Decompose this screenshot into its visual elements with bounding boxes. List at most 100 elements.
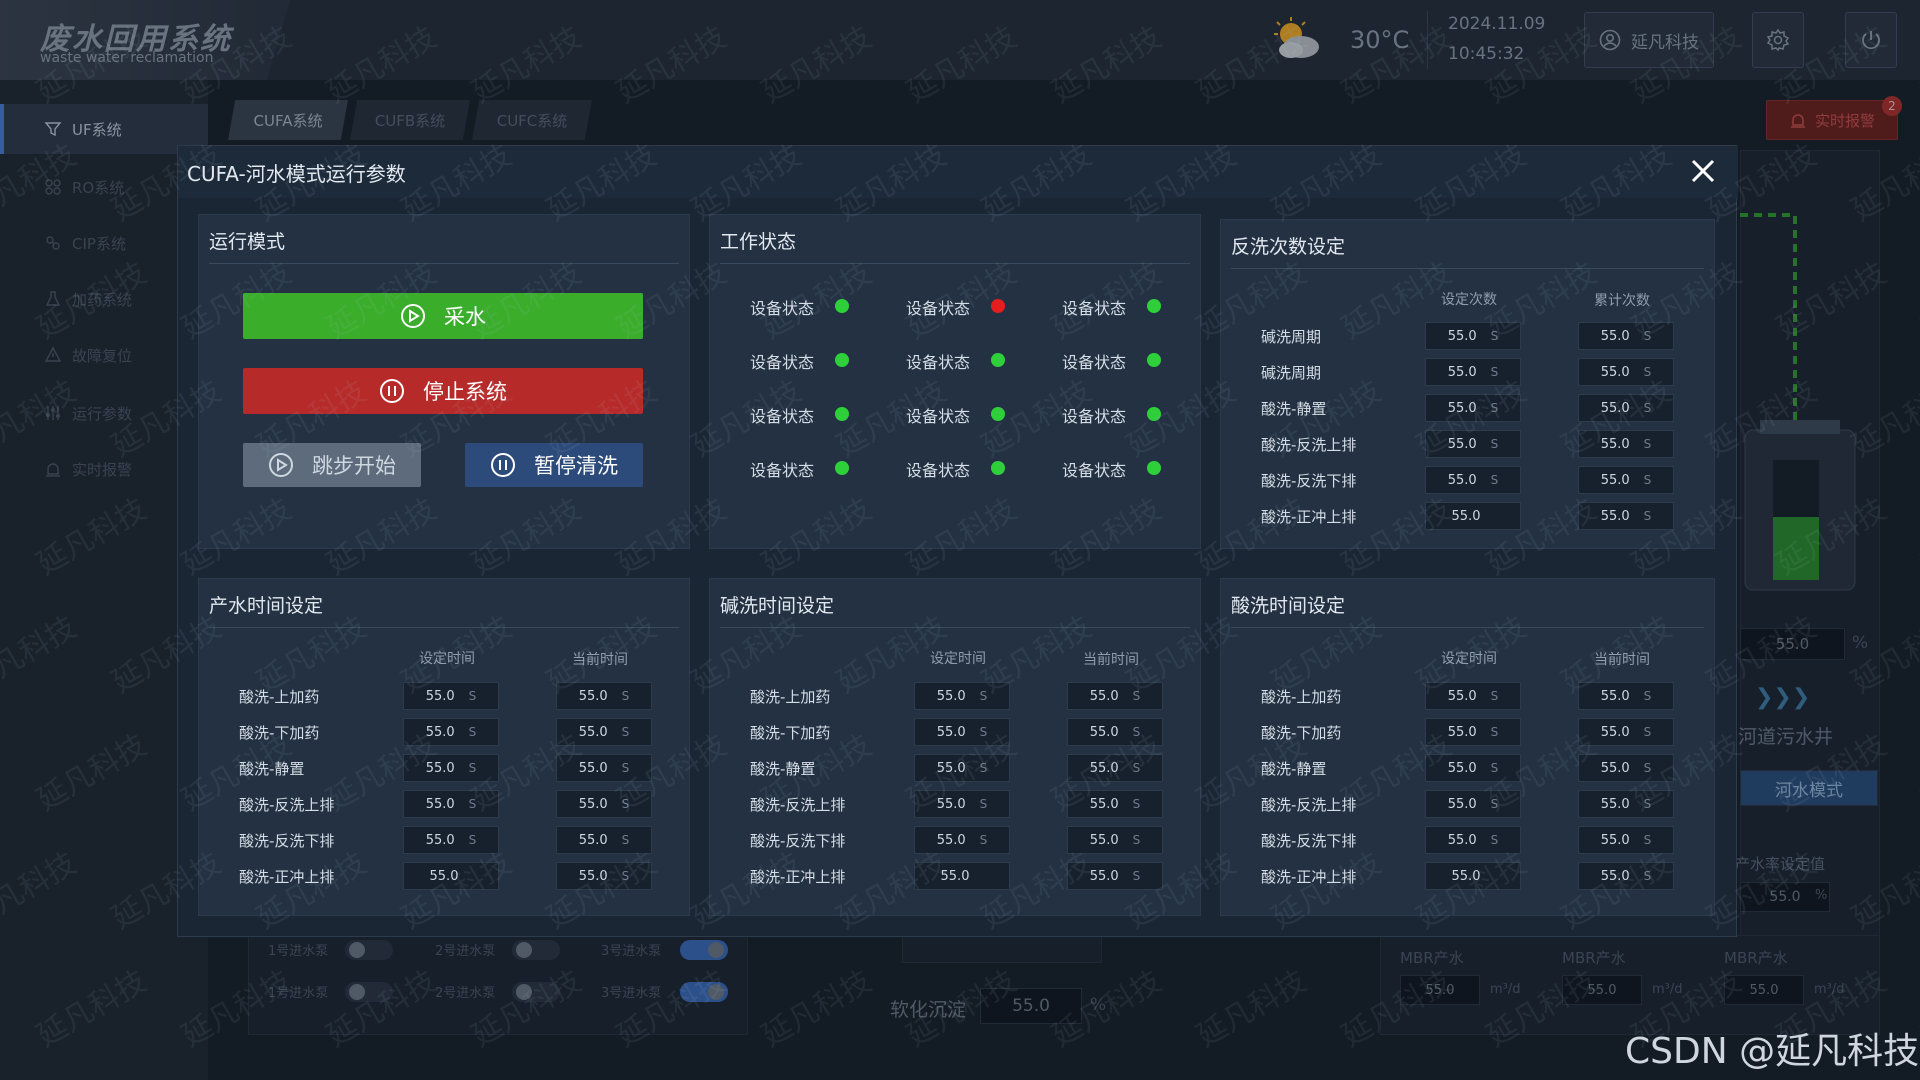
param-input[interactable]: 55.0 S bbox=[1578, 682, 1674, 710]
param-input[interactable]: 55.0 S bbox=[914, 826, 1010, 854]
param-input[interactable]: 55.0 S bbox=[1578, 322, 1674, 350]
param-input[interactable]: 55.0 S bbox=[1578, 754, 1674, 782]
status-indicator-red bbox=[991, 299, 1005, 313]
param-input[interactable]: 55.0 bbox=[1425, 862, 1521, 890]
param-input[interactable]: 55.0 bbox=[1425, 502, 1521, 530]
param-unit: S bbox=[468, 797, 477, 811]
param-input[interactable]: 55.0 S bbox=[556, 790, 652, 818]
button-label: 跳步开始 bbox=[312, 454, 396, 478]
param-input[interactable]: 55.0 S bbox=[403, 790, 499, 818]
param-input[interactable]: 55.0 S bbox=[1425, 718, 1521, 746]
param-value: 55.0 bbox=[1600, 688, 1630, 704]
param-input[interactable]: 55.0 S bbox=[556, 718, 652, 746]
stop-system-button[interactable]: 停止系统 bbox=[243, 368, 643, 414]
param-input[interactable]: 55.0 S bbox=[1067, 682, 1163, 710]
param-label: 酸洗-正冲上排 bbox=[1261, 508, 1357, 526]
param-input[interactable]: 55.0 S bbox=[1067, 826, 1163, 854]
param-input[interactable]: 55.0 S bbox=[1067, 790, 1163, 818]
param-label: 酸洗-反洗下排 bbox=[750, 832, 846, 850]
param-unit: S bbox=[1490, 437, 1499, 451]
param-input[interactable]: 55.0 S bbox=[1578, 718, 1674, 746]
device-status-label: 设备状态 bbox=[1062, 299, 1127, 318]
param-unit: S bbox=[621, 833, 630, 847]
param-input[interactable]: 55.0 S bbox=[1578, 394, 1674, 422]
param-input[interactable]: 55.0 S bbox=[556, 862, 652, 890]
param-input[interactable]: 55.0 S bbox=[1425, 430, 1521, 458]
param-value: 55.0 bbox=[578, 688, 608, 704]
param-input[interactable]: 55.0 S bbox=[1578, 466, 1674, 494]
param-unit: S bbox=[1643, 797, 1652, 811]
param-value: 55.0 bbox=[1089, 796, 1119, 812]
param-unit: S bbox=[1643, 329, 1652, 343]
param-unit: S bbox=[1490, 365, 1499, 379]
param-unit: S bbox=[1490, 329, 1499, 343]
card-divider bbox=[1231, 268, 1704, 269]
column-header-set-count: 设定次数 bbox=[1441, 292, 1497, 308]
param-input[interactable]: 55.0 bbox=[914, 862, 1010, 890]
param-input[interactable]: 55.0 S bbox=[914, 718, 1010, 746]
param-input[interactable]: 55.0 S bbox=[403, 754, 499, 782]
play-icon bbox=[401, 304, 425, 328]
alkali-wash-time-card: 碱洗时间设定 设定时间 当前时间 酸洗-上加药 55.0 S 55.0 S 酸洗-下加药 55.0… bbox=[709, 578, 1201, 916]
param-input[interactable]: 55.0 S bbox=[1578, 430, 1674, 458]
device-status-label: 设备状态 bbox=[750, 461, 815, 480]
param-value: 55.0 bbox=[1089, 688, 1119, 704]
param-input[interactable]: 55.0 S bbox=[1067, 862, 1163, 890]
param-input[interactable]: 55.0 S bbox=[914, 790, 1010, 818]
collect-water-button[interactable]: 采水 bbox=[243, 293, 643, 339]
param-input[interactable]: 55.0 S bbox=[1578, 826, 1674, 854]
param-unit: S bbox=[621, 761, 630, 775]
param-value: 55.0 bbox=[1447, 400, 1477, 416]
param-input[interactable]: 55.0 bbox=[403, 862, 499, 890]
status-indicator-green bbox=[835, 461, 849, 475]
param-input[interactable]: 55.0 S bbox=[914, 682, 1010, 710]
param-input[interactable]: 55.0 S bbox=[1578, 358, 1674, 386]
param-input[interactable]: 55.0 S bbox=[1578, 862, 1674, 890]
status-indicator-green bbox=[835, 299, 849, 313]
param-input[interactable]: 55.0 S bbox=[556, 826, 652, 854]
param-unit: S bbox=[468, 689, 477, 703]
param-unit: S bbox=[1643, 869, 1652, 883]
param-value: 55.0 bbox=[425, 832, 455, 848]
param-input[interactable]: 55.0 S bbox=[1425, 322, 1521, 350]
param-input[interactable]: 55.0 S bbox=[556, 754, 652, 782]
param-input[interactable]: 55.0 S bbox=[403, 682, 499, 710]
param-label: 碱洗周期 bbox=[1261, 364, 1322, 382]
param-input[interactable]: 55.0 S bbox=[914, 754, 1010, 782]
pause-cleaning-button[interactable]: 暂停清洗 bbox=[465, 443, 643, 487]
param-unit: S bbox=[1643, 689, 1652, 703]
param-input[interactable]: 55.0 S bbox=[1425, 394, 1521, 422]
param-unit: S bbox=[621, 725, 630, 739]
param-input[interactable]: 55.0 S bbox=[1578, 790, 1674, 818]
param-input[interactable]: 55.0 S bbox=[1067, 754, 1163, 782]
param-label: 酸洗-反洗上排 bbox=[1261, 436, 1357, 454]
param-value: 55.0 bbox=[1600, 868, 1630, 884]
button-label: 暂停清洗 bbox=[534, 454, 618, 478]
play-icon bbox=[269, 453, 293, 477]
param-unit: S bbox=[621, 869, 630, 883]
param-value: 55.0 bbox=[429, 868, 459, 884]
param-unit: S bbox=[1643, 365, 1652, 379]
param-label: 酸洗-反洗下排 bbox=[1261, 832, 1357, 850]
param-input[interactable]: 55.0 S bbox=[1578, 502, 1674, 530]
param-input[interactable]: 55.0 S bbox=[1425, 466, 1521, 494]
step-start-button[interactable]: 跳步开始 bbox=[243, 443, 421, 487]
close-button[interactable] bbox=[1685, 153, 1721, 189]
param-input[interactable]: 55.0 S bbox=[403, 718, 499, 746]
param-label: 酸洗-反洗下排 bbox=[1261, 472, 1357, 490]
param-input[interactable]: 55.0 S bbox=[403, 826, 499, 854]
param-input[interactable]: 55.0 S bbox=[1425, 682, 1521, 710]
param-value: 55.0 bbox=[578, 796, 608, 812]
param-unit: S bbox=[1132, 833, 1141, 847]
param-input[interactable]: 55.0 S bbox=[1425, 754, 1521, 782]
param-unit: S bbox=[979, 689, 988, 703]
column-header-total-count: 累计次数 bbox=[1594, 293, 1650, 309]
param-input[interactable]: 55.0 S bbox=[1425, 826, 1521, 854]
card-divider bbox=[720, 263, 1190, 264]
pause-icon bbox=[380, 379, 404, 403]
param-input[interactable]: 55.0 S bbox=[1425, 790, 1521, 818]
param-value: 55.0 bbox=[578, 832, 608, 848]
param-input[interactable]: 55.0 S bbox=[556, 682, 652, 710]
param-input[interactable]: 55.0 S bbox=[1425, 358, 1521, 386]
param-input[interactable]: 55.0 S bbox=[1067, 718, 1163, 746]
